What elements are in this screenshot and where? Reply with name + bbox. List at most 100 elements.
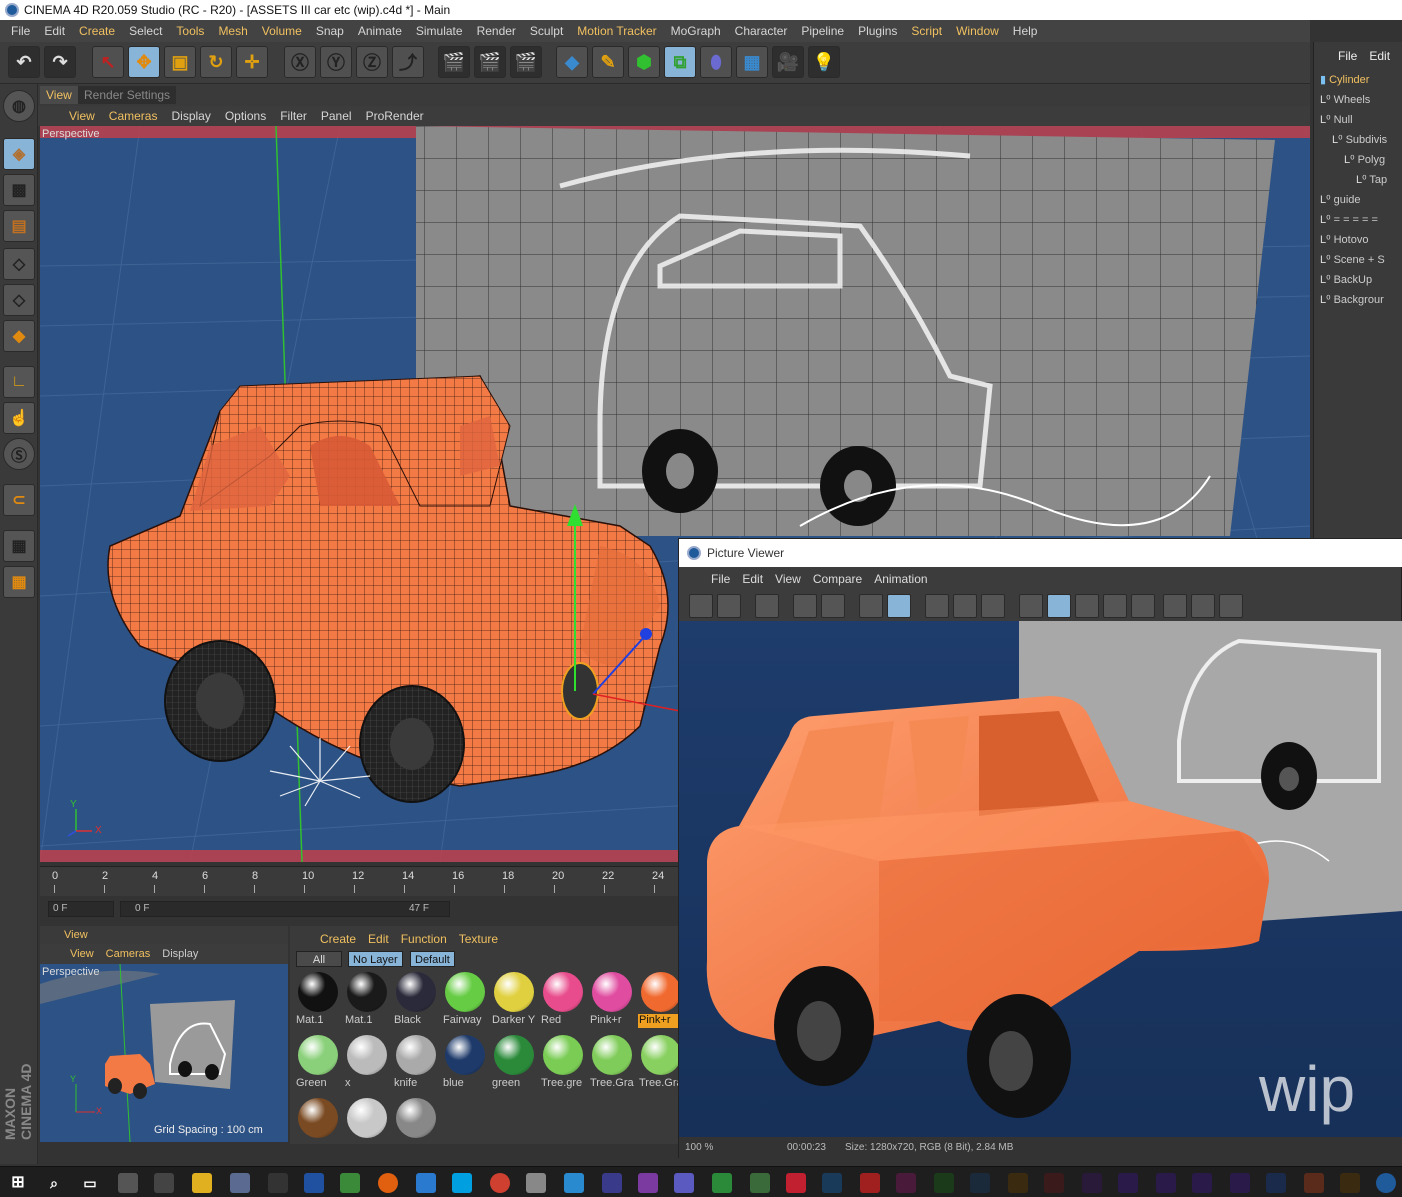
recent-tool-icon[interactable]: ✛ — [236, 46, 268, 78]
viewport-menu-prorender[interactable]: ProRender — [359, 109, 431, 123]
workplane-lock-icon[interactable]: ▦ — [3, 530, 35, 562]
menu-animate[interactable]: Animate — [351, 24, 409, 38]
set-a-icon[interactable] — [1103, 594, 1127, 618]
object-item[interactable]: L⁰ Null — [1320, 110, 1353, 130]
menu-motion-tracker[interactable]: Motion Tracker — [570, 24, 663, 38]
onenote-icon[interactable] — [638, 1173, 658, 1193]
menu-script[interactable]: Script — [904, 24, 949, 38]
render-settings-icon[interactable] — [981, 594, 1005, 618]
floor-scene-icon[interactable]: ▦ — [736, 46, 768, 78]
app-icon-13[interactable] — [1118, 1173, 1138, 1193]
app-icon-6[interactable] — [526, 1173, 546, 1193]
tab-view[interactable]: View — [40, 86, 78, 104]
render-view-icon[interactable] — [925, 594, 949, 618]
app-icon-1[interactable] — [118, 1173, 138, 1193]
material-menu-texture[interactable]: Texture — [453, 932, 504, 946]
viewport-menu-cameras[interactable]: Cameras — [102, 109, 165, 123]
material-swatch[interactable]: green — [491, 1033, 537, 1091]
small-viewport-tab[interactable]: View — [40, 926, 288, 944]
workplane-icon[interactable]: ▤ — [3, 210, 35, 242]
material-swatch[interactable]: Tree.Gra — [589, 1033, 635, 1091]
object-item[interactable]: L⁰ Tap — [1356, 170, 1387, 190]
app-icon-3[interactable] — [230, 1173, 250, 1193]
premiere-icon[interactable] — [1082, 1173, 1102, 1193]
polygons-mode-icon[interactable]: ◆ — [3, 320, 35, 352]
dreamweaver-icon[interactable] — [934, 1173, 954, 1193]
menu-pipeline[interactable]: Pipeline — [794, 24, 851, 38]
compare-diff-icon[interactable] — [1219, 594, 1243, 618]
object-item[interactable]: L⁰ guide — [1320, 190, 1361, 210]
menu-simulate[interactable]: Simulate — [409, 24, 470, 38]
menu-tools[interactable]: Tools — [169, 24, 211, 38]
compare-a-icon[interactable] — [1163, 594, 1187, 618]
deformer-icon[interactable]: ⬮ — [700, 46, 732, 78]
app-icon-2[interactable] — [154, 1173, 174, 1193]
bridge-icon[interactable] — [1340, 1173, 1360, 1193]
render-view-icon[interactable]: 🎬 — [438, 46, 470, 78]
app-icon-9[interactable] — [674, 1173, 694, 1193]
material-swatch[interactable]: Green — [295, 1033, 341, 1091]
material-filter-no-layer[interactable]: No Layer — [348, 951, 403, 967]
render-picture-viewer-icon[interactable]: 🎬 — [474, 46, 506, 78]
skype-icon[interactable] — [452, 1173, 472, 1193]
app-icon-15[interactable] — [1304, 1173, 1324, 1193]
menu-edit[interactable]: Edit — [37, 24, 72, 38]
object-item[interactable]: L⁰ Backgrour — [1320, 290, 1384, 310]
material-swatch[interactable] — [295, 1096, 341, 1154]
coordinate-system-icon[interactable]: ⤴ — [392, 46, 424, 78]
region-icon[interactable] — [793, 594, 817, 618]
move-icon[interactable]: ✥ — [128, 46, 160, 78]
picture-viewer-titlebar[interactable]: Picture Viewer — [679, 539, 1402, 567]
material-swatch[interactable] — [344, 1096, 390, 1154]
pv-menu-view[interactable]: View — [769, 572, 807, 586]
menu-character[interactable]: Character — [728, 24, 795, 38]
menu-plugins[interactable]: Plugins — [851, 24, 904, 38]
grid-view-icon[interactable] — [755, 594, 779, 618]
material-swatch[interactable] — [393, 1096, 439, 1154]
material-swatch[interactable]: Mat.1 — [295, 970, 341, 1028]
material-swatch[interactable]: Darker Y — [491, 970, 537, 1028]
menu-help[interactable]: Help — [1006, 24, 1045, 38]
material-swatch[interactable]: Fairway — [442, 970, 488, 1028]
compare-swap-icon[interactable] — [1075, 594, 1099, 618]
object-item[interactable]: L⁰ Subdivis — [1332, 130, 1387, 150]
material-swatch[interactable]: knife — [393, 1033, 439, 1091]
material-swatch[interactable]: Red — [540, 970, 586, 1028]
cube-primitive-icon[interactable]: ◆ — [556, 46, 588, 78]
object-item[interactable]: L⁰ Polyg — [1344, 150, 1385, 170]
chrome-icon[interactable] — [490, 1173, 510, 1193]
object-item[interactable]: L⁰ BackUp — [1320, 270, 1372, 290]
app-icon-10[interactable] — [712, 1173, 732, 1193]
axis-mode-icon[interactable]: ∟ — [3, 366, 35, 398]
illustrator-icon[interactable] — [1008, 1173, 1028, 1193]
after-effects-icon[interactable] — [1192, 1173, 1212, 1193]
app-icon-14[interactable] — [1156, 1173, 1176, 1193]
menu-select[interactable]: Select — [122, 24, 169, 38]
texture-mode-icon[interactable]: ▩ — [3, 174, 35, 206]
object-item[interactable]: L⁰ Scene + S — [1320, 250, 1385, 270]
material-menu-create[interactable]: Create — [314, 932, 362, 946]
material-menu-edit[interactable]: Edit — [362, 932, 395, 946]
small-viewport-menu-cameras[interactable]: Cameras — [100, 948, 157, 960]
interactive-render-icon[interactable] — [821, 594, 845, 618]
cinema4d-taskbar-icon[interactable] — [1376, 1173, 1396, 1193]
photoshop-icon[interactable] — [1266, 1173, 1286, 1193]
material-swatch[interactable]: Pink+r — [589, 970, 635, 1028]
firefox-icon[interactable] — [378, 1173, 398, 1193]
app-icon-5[interactable] — [416, 1173, 436, 1193]
stop-all-icon[interactable] — [887, 594, 911, 618]
rendered-image[interactable]: wip — [679, 621, 1402, 1137]
snap-icon[interactable]: ⊂ — [3, 484, 35, 516]
pen-spline-icon[interactable]: ✎ — [592, 46, 624, 78]
menu-snap[interactable]: Snap — [309, 24, 351, 38]
edges-mode-icon[interactable]: ◇ — [3, 284, 35, 316]
cloner-icon[interactable]: ⧉ — [664, 46, 696, 78]
acrobat-icon[interactable] — [860, 1173, 880, 1193]
material-filter-default[interactable]: Default — [410, 951, 455, 967]
material-menu-function[interactable]: Function — [395, 932, 453, 946]
app-icon-11[interactable] — [750, 1173, 770, 1193]
material-swatch[interactable]: Mat.1 — [344, 970, 390, 1028]
object-menu-file[interactable]: File — [1338, 49, 1369, 63]
pv-menu-animation[interactable]: Animation — [868, 572, 933, 586]
points-mode-icon[interactable]: ◇ — [3, 248, 35, 280]
